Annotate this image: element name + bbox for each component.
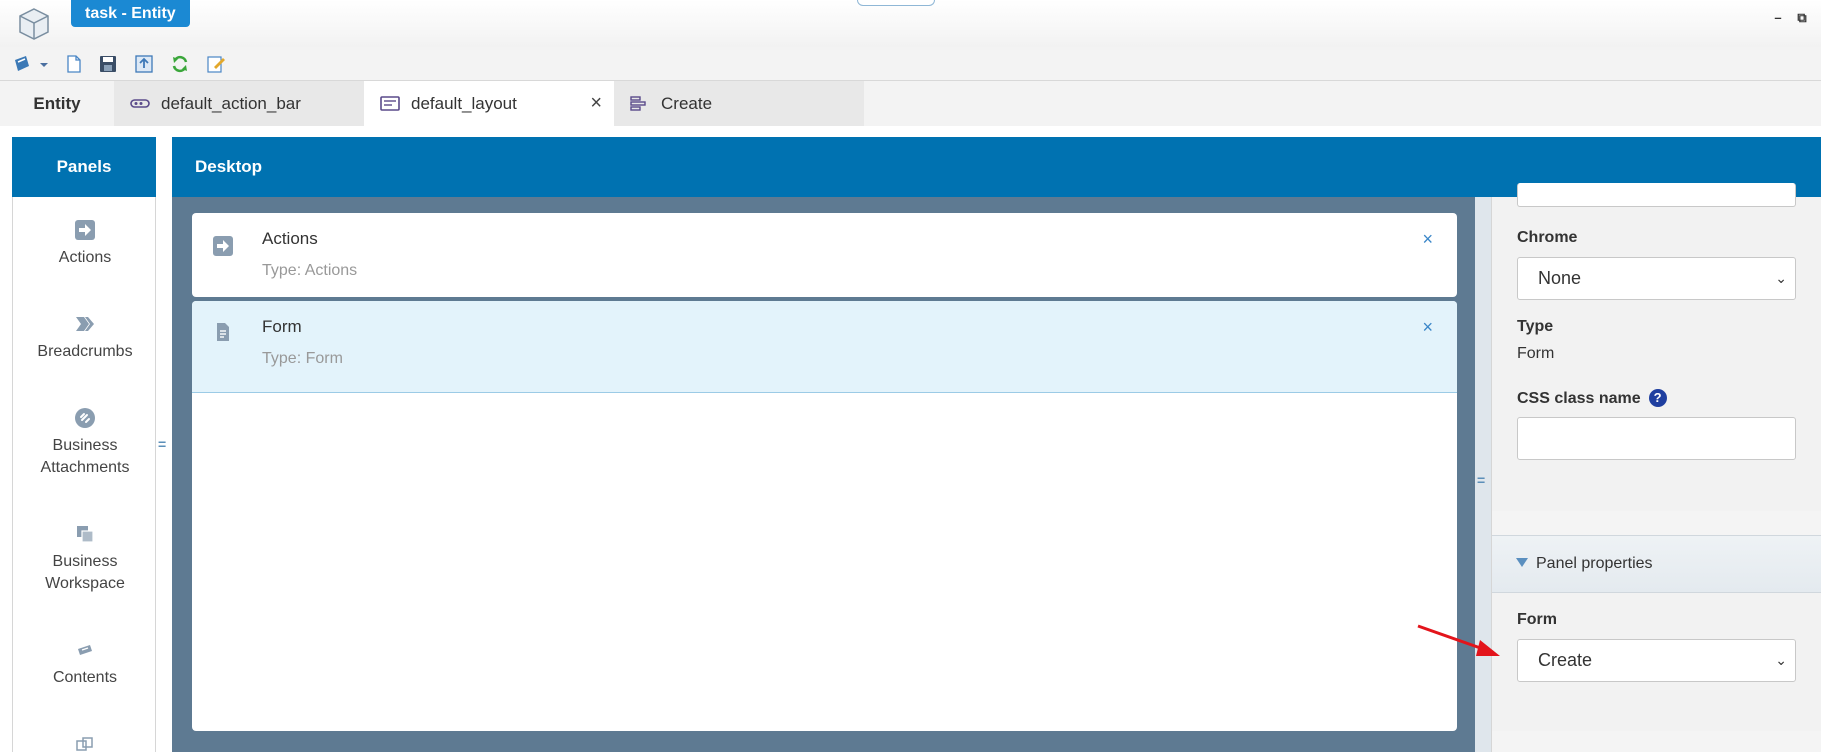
tab-label: Create <box>661 94 713 113</box>
save-icon[interactable] <box>98 54 118 74</box>
chevron-down-icon[interactable] <box>38 54 50 74</box>
designer-area: Panels Actions Breadcrumbs Business Atta… <box>0 126 1821 752</box>
app-menu-icon[interactable] <box>12 54 32 74</box>
close-tab-icon[interactable]: × <box>590 81 602 126</box>
tab-label: Entity <box>33 94 81 113</box>
card-type: Type: Actions <box>262 262 358 279</box>
tab-default-action-bar[interactable]: default_action_bar <box>114 81 364 126</box>
title-bar: task - Entity – ⧉ <box>0 0 1821 47</box>
publish-icon[interactable] <box>134 54 154 74</box>
panel-item-contents[interactable]: Contents <box>13 639 155 689</box>
panels-header: Panels <box>12 137 156 197</box>
form-select[interactable]: Create ⌄ <box>1517 639 1796 682</box>
panels-list[interactable]: Actions Breadcrumbs Business Attachments… <box>12 197 156 752</box>
remove-card-icon[interactable]: × <box>1422 317 1433 338</box>
panel-item-label: Contents <box>52 669 118 686</box>
properties-splitter[interactable]: = <box>1475 197 1491 752</box>
annotation-arrow-icon <box>1417 624 1500 656</box>
chrome-select[interactable]: None ⌄ <box>1517 257 1796 300</box>
actions-icon <box>75 220 95 240</box>
chrome-value: None <box>1538 268 1582 288</box>
tab-entity[interactable]: Entity <box>0 81 114 126</box>
panel-item-label: Breadcrumbs <box>37 343 133 360</box>
minimize-icon[interactable]: – <box>1770 10 1786 26</box>
tab-create[interactable]: Create <box>614 81 864 126</box>
window-title: task - Entity <box>71 0 190 27</box>
card-title: Form <box>262 317 302 336</box>
type-value: Form <box>1517 345 1555 362</box>
collapse-triangle-icon <box>1516 558 1528 567</box>
restore-icon[interactable]: ⧉ <box>1794 10 1810 26</box>
tab-default-layout[interactable]: default_layout × <box>364 81 614 126</box>
panel-properties-header[interactable]: Panel properties <box>1492 535 1821 593</box>
panels-splitter-handle[interactable]: = <box>158 436 168 452</box>
contents-icon <box>78 645 92 655</box>
edit-icon[interactable] <box>206 54 226 74</box>
layout-icon <box>380 96 400 111</box>
new-document-icon[interactable] <box>64 54 84 74</box>
splitter-grip-icon: = <box>1477 472 1486 488</box>
form-value: Create <box>1538 650 1593 670</box>
desktop-canvas[interactable]: Actions Type: Actions × || Form Type: Fo… <box>172 197 1475 752</box>
type-label: Type <box>1517 318 1554 335</box>
tab-strip: Entity default_action_bar default_layout… <box>0 81 1821 126</box>
app-logo-icon <box>19 8 49 40</box>
refresh-icon[interactable] <box>170 54 190 74</box>
chrome-label: Chrome <box>1517 229 1578 246</box>
row-splitter-handle[interactable]: || <box>812 275 822 287</box>
css-class-input[interactable] <box>1517 417 1796 460</box>
general-properties: Chrome None ⌄ Type Form CSS class name? <box>1492 183 1821 511</box>
action-bar-icon <box>130 99 150 108</box>
card-type: Type: Form <box>262 350 343 367</box>
top-handle[interactable] <box>857 0 935 6</box>
workspace-icon <box>77 526 94 543</box>
panel-item-label: Business Attachments <box>40 437 130 476</box>
panel-item-actions[interactable]: Actions <box>13 219 155 269</box>
panel-item-business-attachments[interactable]: Business Attachments <box>13 407 155 479</box>
attachment-icon <box>75 408 95 428</box>
panel-item-label: Business Workspace <box>45 553 125 592</box>
layout-card-form[interactable]: Form Type: Form × <box>192 301 1457 731</box>
form-icon <box>630 96 646 111</box>
panel-item-label: Actions <box>58 249 112 266</box>
panel-properties: Form Create ⌄ <box>1492 593 1821 731</box>
layout-card-actions[interactable]: Actions Type: Actions × <box>192 213 1457 297</box>
properties-panel: Chrome None ⌄ Type Form CSS class name? … <box>1491 183 1821 752</box>
document-icon <box>217 323 229 341</box>
panel-item-more-icon[interactable] <box>74 735 96 752</box>
panel-item-business-workspace[interactable]: Business Workspace <box>13 523 155 595</box>
remove-card-icon[interactable]: × <box>1422 229 1433 250</box>
css-class-label-text: CSS class name <box>1517 390 1641 407</box>
breadcrumbs-icon <box>76 317 94 331</box>
card-title: Actions <box>262 229 318 248</box>
previous-field[interactable] <box>1517 183 1796 207</box>
panel-item-breadcrumbs[interactable]: Breadcrumbs <box>13 313 155 363</box>
css-class-label: CSS class name? <box>1517 389 1667 408</box>
tab-label: default_action_bar <box>161 94 301 113</box>
panel-properties-title: Panel properties <box>1536 555 1653 572</box>
chevron-down-icon: ⌄ <box>1775 652 1787 668</box>
help-icon[interactable]: ? <box>1648 389 1667 407</box>
selected-card-header <box>192 301 1457 393</box>
tab-label: default_layout <box>411 94 517 113</box>
form-label: Form <box>1517 611 1557 628</box>
toolbar <box>0 47 1821 81</box>
actions-icon <box>213 236 233 256</box>
chevron-down-icon: ⌄ <box>1775 270 1787 286</box>
